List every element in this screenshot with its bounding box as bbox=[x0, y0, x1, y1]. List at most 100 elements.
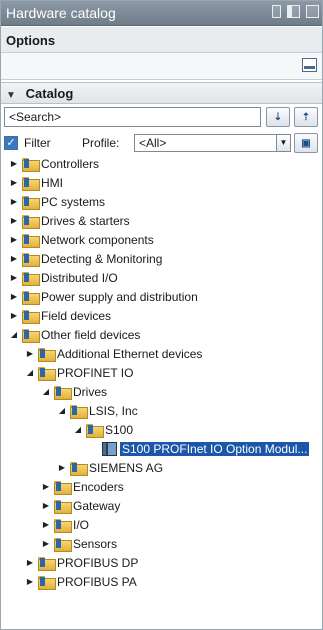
expand-arrow-icon[interactable]: ▶ bbox=[8, 311, 20, 320]
panel-title: Hardware catalog bbox=[6, 5, 116, 21]
folder-icon bbox=[22, 290, 40, 305]
profile-select[interactable]: <All> ▼ bbox=[134, 134, 291, 152]
profile-label: Profile: bbox=[82, 136, 120, 150]
tree-item-label: Power supply and distribution bbox=[41, 289, 198, 304]
folder-icon bbox=[38, 575, 56, 590]
tree-item[interactable]: ▶ Distributed I/O bbox=[8, 268, 118, 287]
tree-item[interactable]: ▶ Field devices bbox=[8, 306, 111, 325]
split-view-icon[interactable] bbox=[287, 5, 300, 18]
tree-item[interactable]: ◢ S100 bbox=[72, 420, 133, 439]
tree-item[interactable]: ▶ Detecting & Monitoring bbox=[8, 249, 162, 268]
expand-arrow-icon[interactable]: ▶ bbox=[8, 197, 20, 206]
folder-icon bbox=[86, 423, 104, 438]
tree-item-label: HMI bbox=[41, 175, 63, 190]
folder-icon bbox=[70, 404, 88, 419]
tree-item[interactable]: ▶ Gateway bbox=[40, 496, 120, 515]
tree-item[interactable]: ▶ Additional Ethernet devices bbox=[24, 344, 202, 363]
folder-icon bbox=[22, 252, 40, 267]
expand-arrow-icon[interactable]: ▶ bbox=[8, 216, 20, 225]
tree-item[interactable]: ◢ LSIS, Inc bbox=[56, 401, 138, 420]
tree-item[interactable]: ▶ PROFIBUS DP bbox=[24, 553, 138, 572]
search-up-button[interactable]: ⇡ bbox=[294, 107, 318, 127]
tree-item-label: Gateway bbox=[73, 498, 121, 513]
expand-arrow-icon[interactable]: ▶ bbox=[8, 178, 20, 187]
folder-icon bbox=[38, 366, 56, 381]
tree-item[interactable]: ▶ Network components bbox=[8, 230, 154, 249]
maximize-icon[interactable] bbox=[306, 5, 319, 18]
collapse-arrow-icon[interactable]: ◢ bbox=[8, 330, 20, 339]
folder-icon bbox=[22, 271, 40, 286]
collapse-arrow-icon[interactable]: ◢ bbox=[40, 387, 52, 396]
collapse-arrow-icon[interactable]: ◢ bbox=[56, 406, 68, 415]
options-title: Options bbox=[6, 33, 56, 48]
panel-titlebar: Hardware catalog bbox=[0, 0, 323, 26]
tree-item[interactable]: ◢ Drives bbox=[40, 382, 107, 401]
tree-item-label: Sensors bbox=[73, 536, 118, 551]
pin-icon[interactable] bbox=[272, 5, 281, 18]
options-section-header[interactable]: Options bbox=[0, 27, 323, 53]
tree-item[interactable]: ▶ Controllers bbox=[8, 154, 99, 173]
folder-icon bbox=[54, 518, 72, 533]
tree-item-label: Controllers bbox=[41, 156, 100, 171]
tree-item-label: Field devices bbox=[41, 308, 112, 323]
folder-icon bbox=[38, 347, 56, 362]
expand-arrow-icon[interactable]: ▶ bbox=[40, 520, 52, 529]
options-section-body bbox=[0, 53, 323, 80]
search-down-button[interactable]: ⇣ bbox=[266, 107, 290, 127]
info-panel-icon[interactable] bbox=[302, 58, 317, 72]
folder-icon bbox=[22, 157, 40, 172]
collapse-arrow-icon[interactable]: ◢ bbox=[72, 425, 84, 434]
tree-item-label: PROFIBUS PA bbox=[57, 574, 137, 589]
device-module-icon bbox=[102, 441, 117, 456]
search-down-icon: ⇣ bbox=[273, 111, 283, 123]
expand-arrow-icon[interactable]: ▶ bbox=[40, 539, 52, 548]
catalog-section-header[interactable]: ▼ Catalog bbox=[0, 82, 323, 104]
expand-arrow-icon[interactable]: ▶ bbox=[24, 349, 36, 358]
tree-item[interactable]: ▶ PROFIBUS PA bbox=[24, 572, 137, 591]
folder-icon bbox=[22, 176, 40, 191]
catalog-title: Catalog bbox=[25, 86, 74, 101]
tree-item[interactable]: ▶ Encoders bbox=[40, 477, 124, 496]
tree-item-label: Other field devices bbox=[41, 327, 141, 342]
tree-item-label: PROFINET IO bbox=[57, 365, 134, 380]
expand-arrow-icon[interactable]: ▶ bbox=[56, 463, 68, 472]
tree-item-label: SIEMENS AG bbox=[89, 460, 164, 475]
tree-item-label: PC systems bbox=[41, 194, 106, 209]
tree-item[interactable]: ▶ Drives & starters bbox=[8, 211, 130, 230]
expand-arrow-icon[interactable]: ▶ bbox=[8, 235, 20, 244]
dropdown-arrow-icon[interactable]: ▼ bbox=[276, 135, 290, 151]
chevron-down-icon[interactable]: ▼ bbox=[6, 90, 16, 101]
filter-checkbox[interactable]: ✓ bbox=[4, 136, 18, 150]
tree-item-label: S100 PROFInet IO Option Modul... bbox=[118, 440, 311, 457]
collapse-arrow-icon[interactable]: ◢ bbox=[24, 368, 36, 377]
tree-item-label: Drives & starters bbox=[41, 213, 130, 228]
expand-arrow-icon[interactable]: ▶ bbox=[8, 159, 20, 168]
expand-arrow-icon[interactable]: ▶ bbox=[8, 273, 20, 282]
expand-arrow-icon[interactable]: ▶ bbox=[24, 577, 36, 586]
tree-item[interactable]: ▶ Power supply and distribution bbox=[8, 287, 198, 306]
folder-icon bbox=[54, 537, 72, 552]
tree-item[interactable]: ◢ PROFINET IO bbox=[24, 363, 133, 382]
tree-item-label: S100 bbox=[105, 422, 134, 437]
tree-item[interactable]: ▶ I/O bbox=[40, 515, 89, 534]
tree-item[interactable]: ◢ Other field devices bbox=[8, 325, 140, 344]
tree-item[interactable]: ▶ SIEMENS AG bbox=[56, 458, 163, 477]
expand-arrow-icon[interactable]: ▶ bbox=[40, 482, 52, 491]
expand-arrow-icon[interactable]: ▶ bbox=[8, 254, 20, 263]
expand-arrow-icon[interactable]: ▶ bbox=[8, 292, 20, 301]
tree-item[interactable]: ▶ Sensors bbox=[40, 534, 117, 553]
manage-profiles-button[interactable]: ▣ bbox=[294, 133, 318, 153]
tree-item[interactable]: ▶ HMI bbox=[8, 173, 63, 192]
tree-item[interactable]: ▶ PC systems bbox=[8, 192, 105, 211]
expand-arrow-icon[interactable]: ▶ bbox=[24, 558, 36, 567]
folder-icon bbox=[38, 556, 56, 571]
panel-controls bbox=[272, 5, 319, 18]
search-input[interactable]: <Search> bbox=[4, 107, 261, 127]
tree-item-device[interactable]: S100 PROFInet IO Option Modul... bbox=[88, 439, 311, 458]
expand-arrow-icon[interactable]: ▶ bbox=[40, 501, 52, 510]
tree-item-label: Encoders bbox=[73, 479, 124, 494]
folder-icon bbox=[22, 195, 40, 210]
tree-item-label: Network components bbox=[41, 232, 154, 247]
search-up-icon: ⇡ bbox=[301, 111, 311, 123]
tree-item-label: LSIS, Inc bbox=[89, 403, 138, 418]
